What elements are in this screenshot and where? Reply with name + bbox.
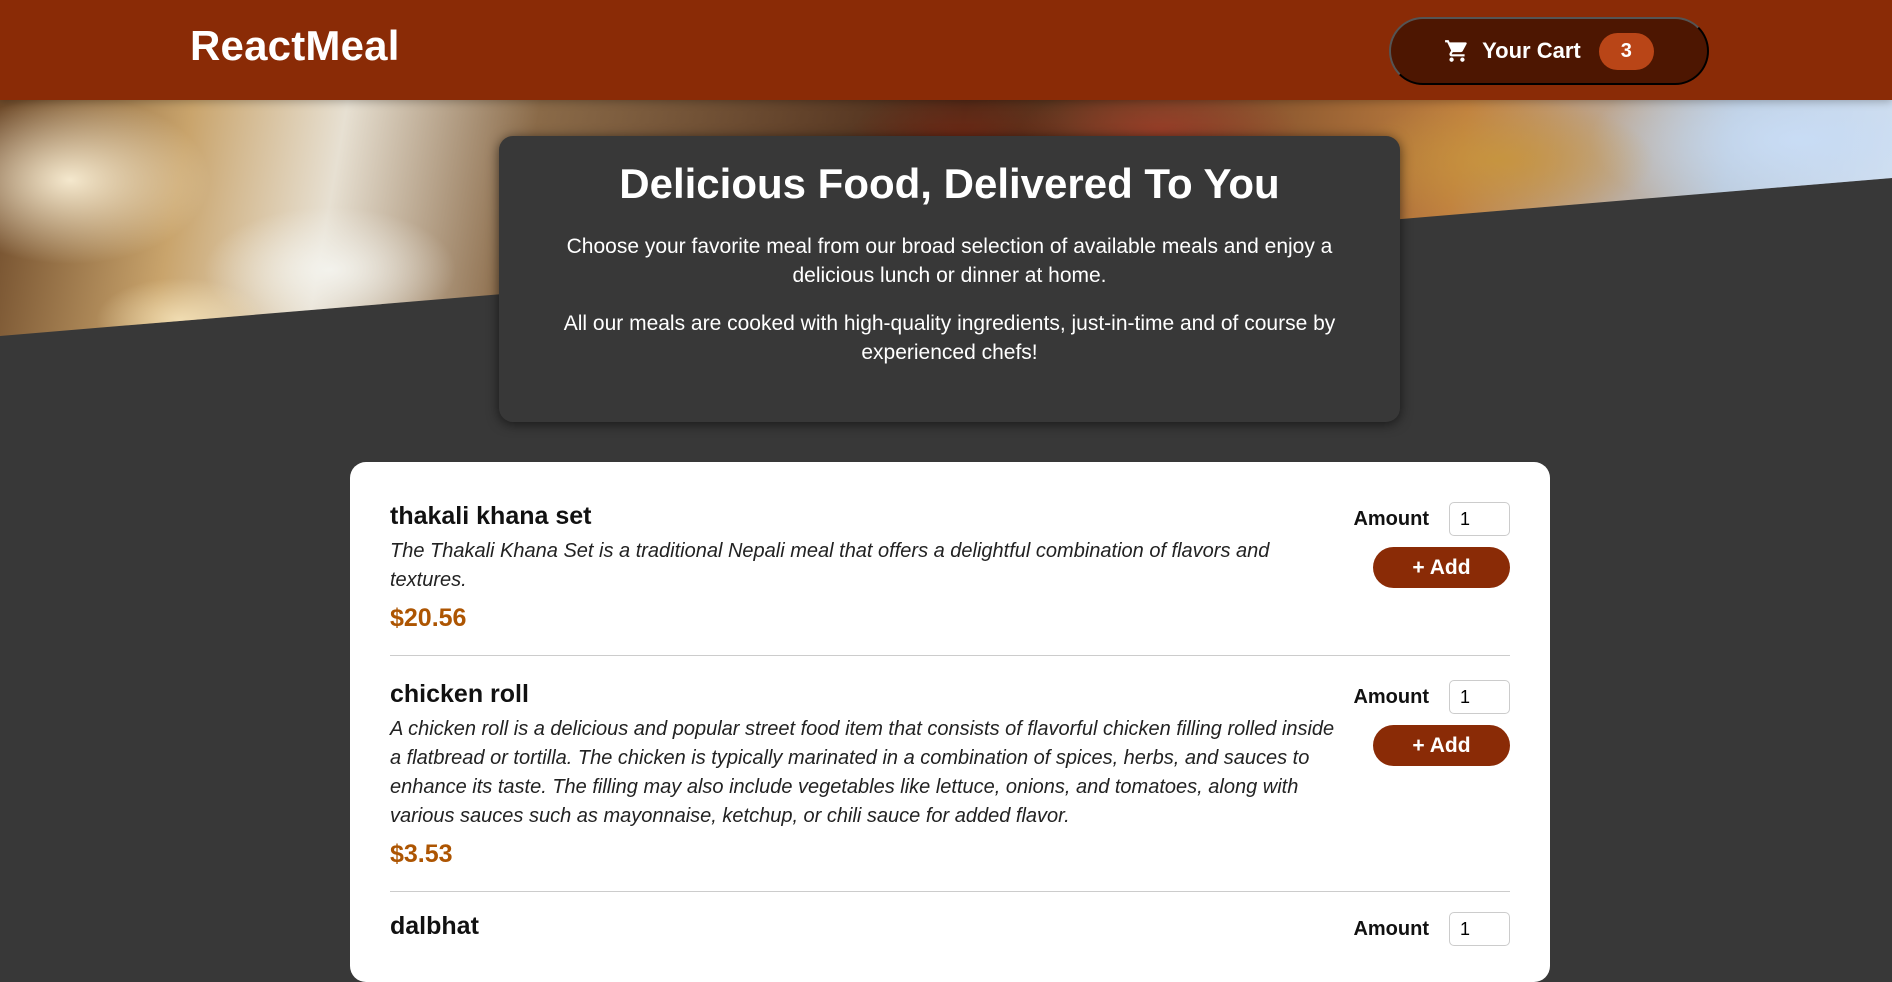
meal-name: dalbhat xyxy=(390,912,479,940)
amount-input[interactable] xyxy=(1449,502,1510,536)
amount-label: Amount xyxy=(1353,685,1429,708)
meals-summary: Delicious Food, Delivered To You Choose … xyxy=(499,136,1400,422)
cart-button[interactable]: Your Cart 3 xyxy=(1389,17,1709,85)
meal-name: thakali khana set xyxy=(390,502,592,530)
summary-paragraph-1: Choose your favorite meal from our broad… xyxy=(566,235,1333,287)
summary-paragraph-2: All our meals are cooked with high-quali… xyxy=(563,312,1336,364)
meal-item: chicken roll A chicken roll is a delicio… xyxy=(390,656,1510,892)
add-button[interactable]: + Add xyxy=(1373,547,1510,588)
amount-row: Amount xyxy=(1350,912,1510,946)
meal-price: $20.56 xyxy=(390,604,467,632)
meal-info: dalbhat xyxy=(390,912,1335,947)
amount-label: Amount xyxy=(1353,507,1429,530)
meal-description: The Thakali Khana Set is a traditional N… xyxy=(390,540,1270,591)
meal-info: thakali khana set The Thakali Khana Set … xyxy=(390,502,1335,633)
logo: ReactMeal xyxy=(190,22,400,69)
add-button[interactable]: + Add xyxy=(1373,725,1510,766)
meal-price: $3.53 xyxy=(390,840,453,868)
meal-description: A chicken roll is a delicious and popula… xyxy=(390,718,1335,827)
cart-label: Your Cart xyxy=(1482,38,1581,63)
meal-item: dalbhat Amount xyxy=(390,892,1510,969)
amount-input[interactable] xyxy=(1449,680,1510,714)
app-header: ReactMeal Your Cart 3 xyxy=(0,0,1892,100)
meal-name: chicken roll xyxy=(390,680,529,708)
meal-form: Amount xyxy=(1350,912,1510,947)
amount-label: Amount xyxy=(1353,917,1429,940)
amount-row: Amount xyxy=(1350,502,1510,536)
available-meals-card: thakali khana set The Thakali Khana Set … xyxy=(350,462,1550,982)
amount-input[interactable] xyxy=(1449,912,1510,946)
summary-title: Delicious Food, Delivered To You xyxy=(619,160,1280,207)
amount-row: Amount xyxy=(1350,680,1510,714)
meal-item: thakali khana set The Thakali Khana Set … xyxy=(390,502,1510,656)
meal-form: Amount + Add xyxy=(1350,502,1510,633)
cart-count-badge: 3 xyxy=(1598,32,1654,70)
meal-form: Amount + Add xyxy=(1350,680,1510,869)
meal-info: chicken roll A chicken roll is a delicio… xyxy=(390,680,1335,869)
cart-icon xyxy=(1444,38,1470,64)
